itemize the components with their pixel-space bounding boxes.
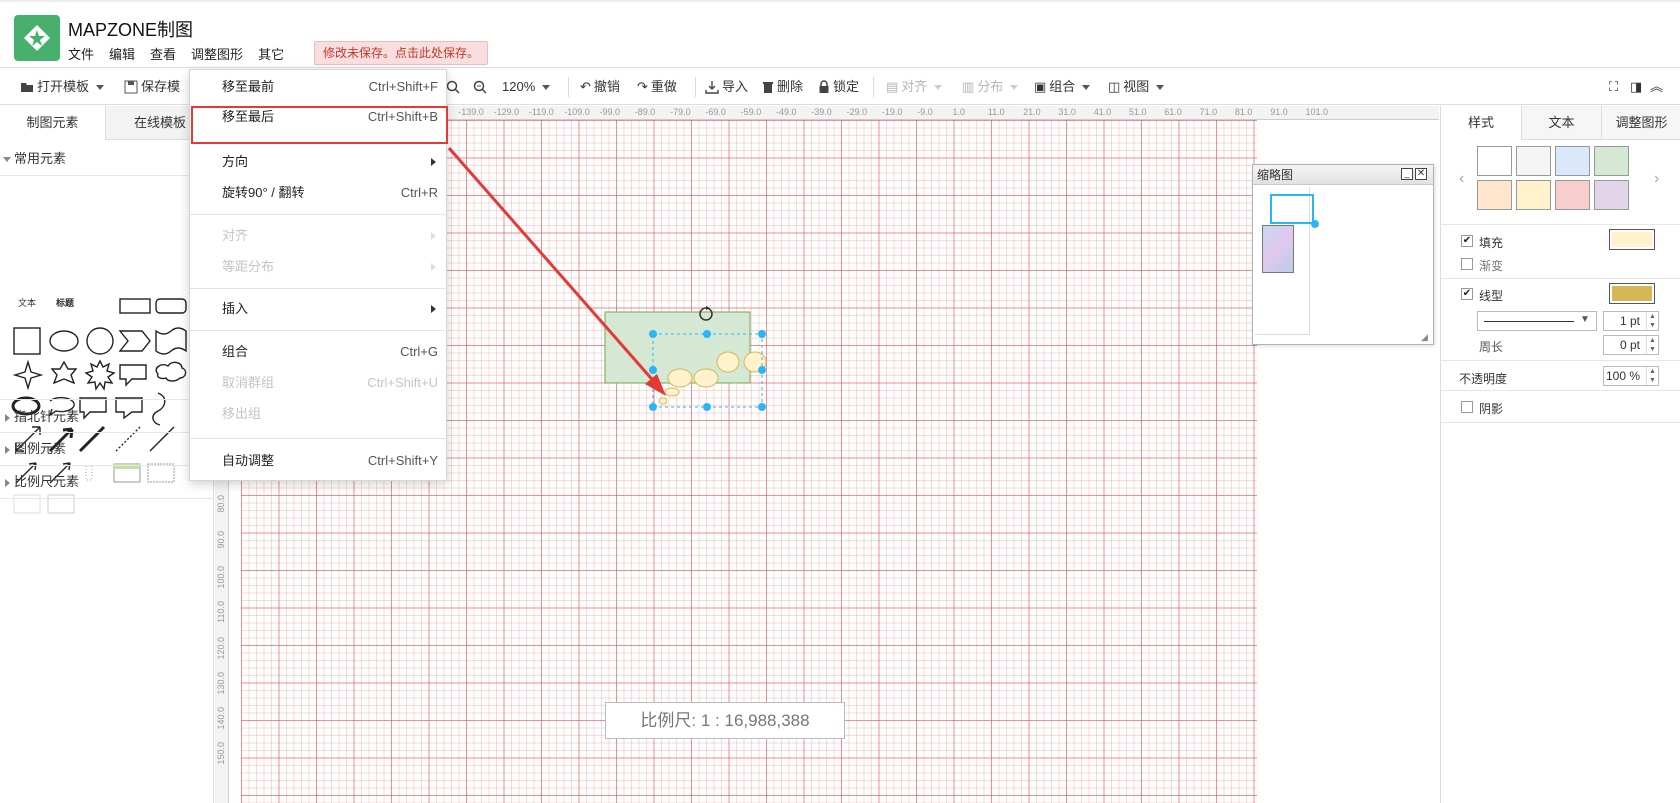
close-icon[interactable]: ✕ (1415, 168, 1427, 180)
menu-item-direction[interactable]: 方向 (190, 147, 448, 177)
minimize-icon[interactable]: _ (1401, 168, 1413, 180)
menu-item-distribute[interactable]: 等距分布 (190, 252, 448, 282)
menu-item-align[interactable]: 对齐 (190, 221, 448, 251)
chevron-right-icon (431, 158, 436, 166)
thumbnail-handle[interactable] (1311, 220, 1319, 228)
menu-divider (190, 438, 448, 439)
thumbnail-map-image (1262, 225, 1294, 273)
menu-divider (190, 214, 448, 215)
menu-item-rotate-flip[interactable]: 旋转90° / 翻转 Ctrl+R (190, 178, 448, 208)
menu-divider (190, 288, 448, 289)
resize-grip-icon[interactable]: ◢ (1421, 332, 1428, 343)
annotation-arrow (447, 147, 666, 396)
menu-item-group[interactable]: 组合 Ctrl+G (190, 337, 448, 367)
menu-divider (190, 330, 448, 331)
highlight-box (191, 106, 448, 144)
menu-item-bring-to-front[interactable]: 移至最前 Ctrl+Shift+F (190, 72, 448, 102)
menu-item-autosize[interactable]: 自动调整 Ctrl+Shift+Y (190, 446, 448, 476)
thumbnail-viewport[interactable] (1270, 194, 1314, 224)
thumbnail-window[interactable]: 缩略图 _ ✕ ◢ (1252, 164, 1434, 345)
menu-item-ungroup[interactable]: 取消群组 Ctrl+Shift+U (190, 368, 448, 398)
menu-item-remove-from-group[interactable]: 移出组 (190, 399, 448, 429)
chevron-right-icon (431, 232, 436, 240)
chevron-right-icon (431, 305, 436, 313)
chevron-right-icon (431, 263, 436, 271)
menu-item-insert[interactable]: 插入 (190, 294, 448, 324)
